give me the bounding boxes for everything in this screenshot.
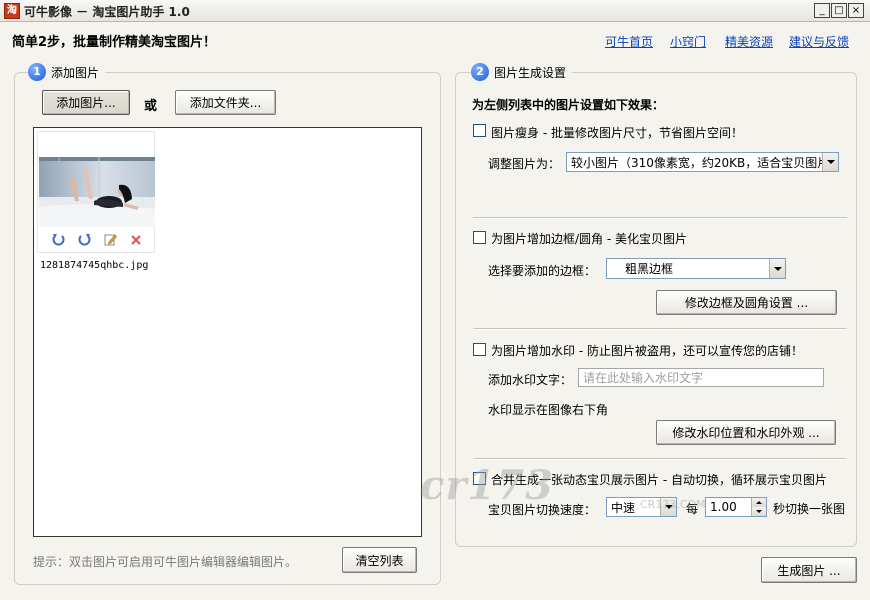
add-images-heading: 1 添加图片 bbox=[28, 63, 106, 81]
add-image-button[interactable]: 添加图片... bbox=[42, 90, 130, 115]
add-images-heading-label: 添加图片 bbox=[51, 65, 100, 80]
generation-settings-heading: 2 图片生成设置 bbox=[471, 63, 573, 81]
seconds-stepper[interactable]: 1.00 bbox=[705, 497, 767, 517]
resize-select-value: 较小图片（310像素宽，约20KB，适合宝贝图片） bbox=[571, 155, 822, 170]
page-title: 简单2步，批量制作精美淘宝图片！ bbox=[12, 35, 217, 50]
watermark-field-label: 添加水印文字： bbox=[488, 373, 573, 387]
window-title: 可牛影像 － 淘宝图片助手 1.0 bbox=[24, 5, 190, 19]
chevron-down-icon[interactable] bbox=[752, 507, 766, 516]
title-bar[interactable]: 淘 可牛影像 － 淘宝图片助手 1.0 _ □ × bbox=[0, 0, 870, 22]
border-label[interactable]: 为图片增加边框/圆角 - 美化宝贝图片 bbox=[491, 230, 687, 247]
site-watermark-logo: cr173 bbox=[420, 462, 554, 509]
link-tips[interactable]: 小窍门 bbox=[670, 33, 706, 50]
image-thumbnail-card[interactable] bbox=[37, 131, 155, 253]
watermark-position-text: 水印显示在图像右下角 bbox=[488, 403, 609, 417]
step-1-badge: 1 bbox=[28, 63, 46, 81]
watermark-label[interactable]: 为图片增加水印 - 防止图片被盗用，还可以宣传您的店铺！ bbox=[491, 342, 803, 359]
clear-list-button[interactable]: 清空列表 bbox=[342, 547, 417, 573]
section-divider bbox=[473, 328, 847, 330]
link-feedback[interactable]: 建议与反馈 bbox=[789, 33, 849, 50]
generate-button[interactable]: 生成图片 ... bbox=[761, 557, 857, 583]
or-label: 或 bbox=[144, 99, 158, 114]
site-watermark-url: CR173.COM bbox=[640, 498, 706, 511]
delete-icon[interactable] bbox=[129, 232, 144, 247]
edit-icon[interactable] bbox=[103, 232, 118, 247]
maximize-button[interactable]: □ bbox=[831, 3, 847, 18]
border-select-value: 粗黑边框 bbox=[625, 262, 674, 276]
border-select[interactable]: 粗黑边框 bbox=[606, 258, 786, 279]
resize-select[interactable]: 较小图片（310像素宽，约20KB，适合宝贝图片） bbox=[566, 152, 839, 172]
border-settings-button[interactable]: 修改边框及圆角设置 ... bbox=[656, 290, 837, 315]
section-divider bbox=[473, 458, 847, 460]
step-2-badge: 2 bbox=[471, 63, 489, 81]
image-thumbnail[interactable] bbox=[39, 157, 155, 227]
chevron-down-icon[interactable] bbox=[822, 153, 838, 171]
app-icon: 淘 bbox=[4, 3, 20, 19]
border-checkbox[interactable] bbox=[473, 231, 486, 244]
seconds-suffix-label: 秒切换一张图 bbox=[773, 502, 846, 516]
rotate-left-icon[interactable] bbox=[51, 232, 66, 247]
generation-settings-heading-label: 图片生成设置 bbox=[494, 65, 567, 80]
thumbnail-toolbar bbox=[38, 232, 156, 247]
resize-checkbox[interactable] bbox=[473, 124, 486, 137]
close-button[interactable]: × bbox=[848, 3, 864, 18]
image-filename: 1281874745qhbc.jpg bbox=[40, 260, 149, 271]
section-divider bbox=[473, 217, 847, 219]
watermark-checkbox[interactable] bbox=[473, 343, 486, 356]
rotate-right-icon[interactable] bbox=[77, 232, 92, 247]
edit-tip: 提示：双击图片可启用可牛图片编辑器编辑图片。 bbox=[33, 555, 298, 569]
chevron-down-icon[interactable] bbox=[769, 259, 785, 278]
resize-field-label: 调整图片为： bbox=[488, 157, 561, 171]
watermark-text-input[interactable]: 请在此处输入水印文字 bbox=[578, 368, 824, 387]
watermark-settings-button[interactable]: 修改水印位置和水印外观 ... bbox=[656, 420, 836, 445]
image-list[interactable]: 1281874745qhbc.jpg bbox=[33, 127, 422, 537]
border-field-label: 选择要添加的边框： bbox=[488, 264, 597, 278]
chevron-up-icon[interactable] bbox=[752, 498, 766, 507]
resize-label[interactable]: 图片瘦身 - 批量修改图片尺寸，节省图片空间！ bbox=[491, 124, 743, 141]
link-home[interactable]: 可牛首页 bbox=[605, 33, 653, 50]
link-resources[interactable]: 精美资源 bbox=[725, 33, 773, 50]
stepper-buttons bbox=[751, 498, 766, 516]
add-folder-button[interactable]: 添加文件夹... bbox=[175, 90, 276, 115]
seconds-value: 1.00 bbox=[710, 500, 737, 514]
settings-intro: 为左侧列表中的图片设置如下效果： bbox=[472, 98, 665, 112]
minimize-button[interactable]: _ bbox=[814, 3, 830, 18]
